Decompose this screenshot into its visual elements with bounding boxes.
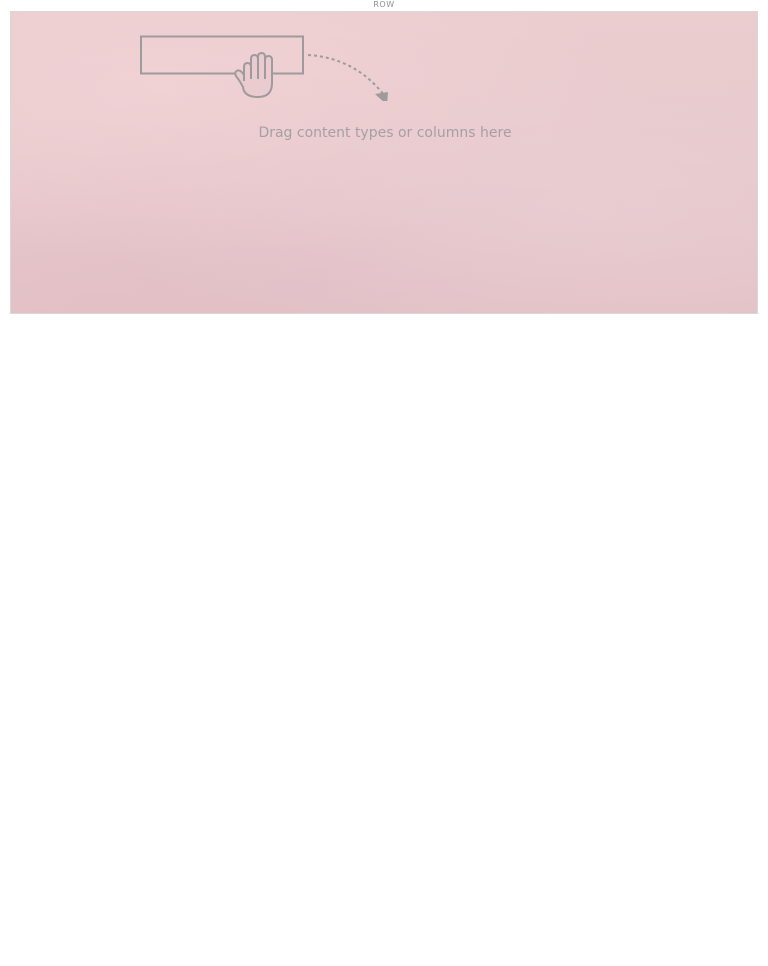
row-label: ROW	[373, 0, 395, 9]
dropzone-hint-text: Drag content types or columns here	[258, 125, 512, 141]
row-container[interactable]: Drag content types or columns here	[10, 11, 758, 314]
row-dropzone[interactable]: Drag content types or columns here	[13, 13, 755, 312]
drag-hand-icon	[140, 35, 388, 101]
page-builder-stage: ROW Drag content types or columns here	[0, 0, 768, 966]
